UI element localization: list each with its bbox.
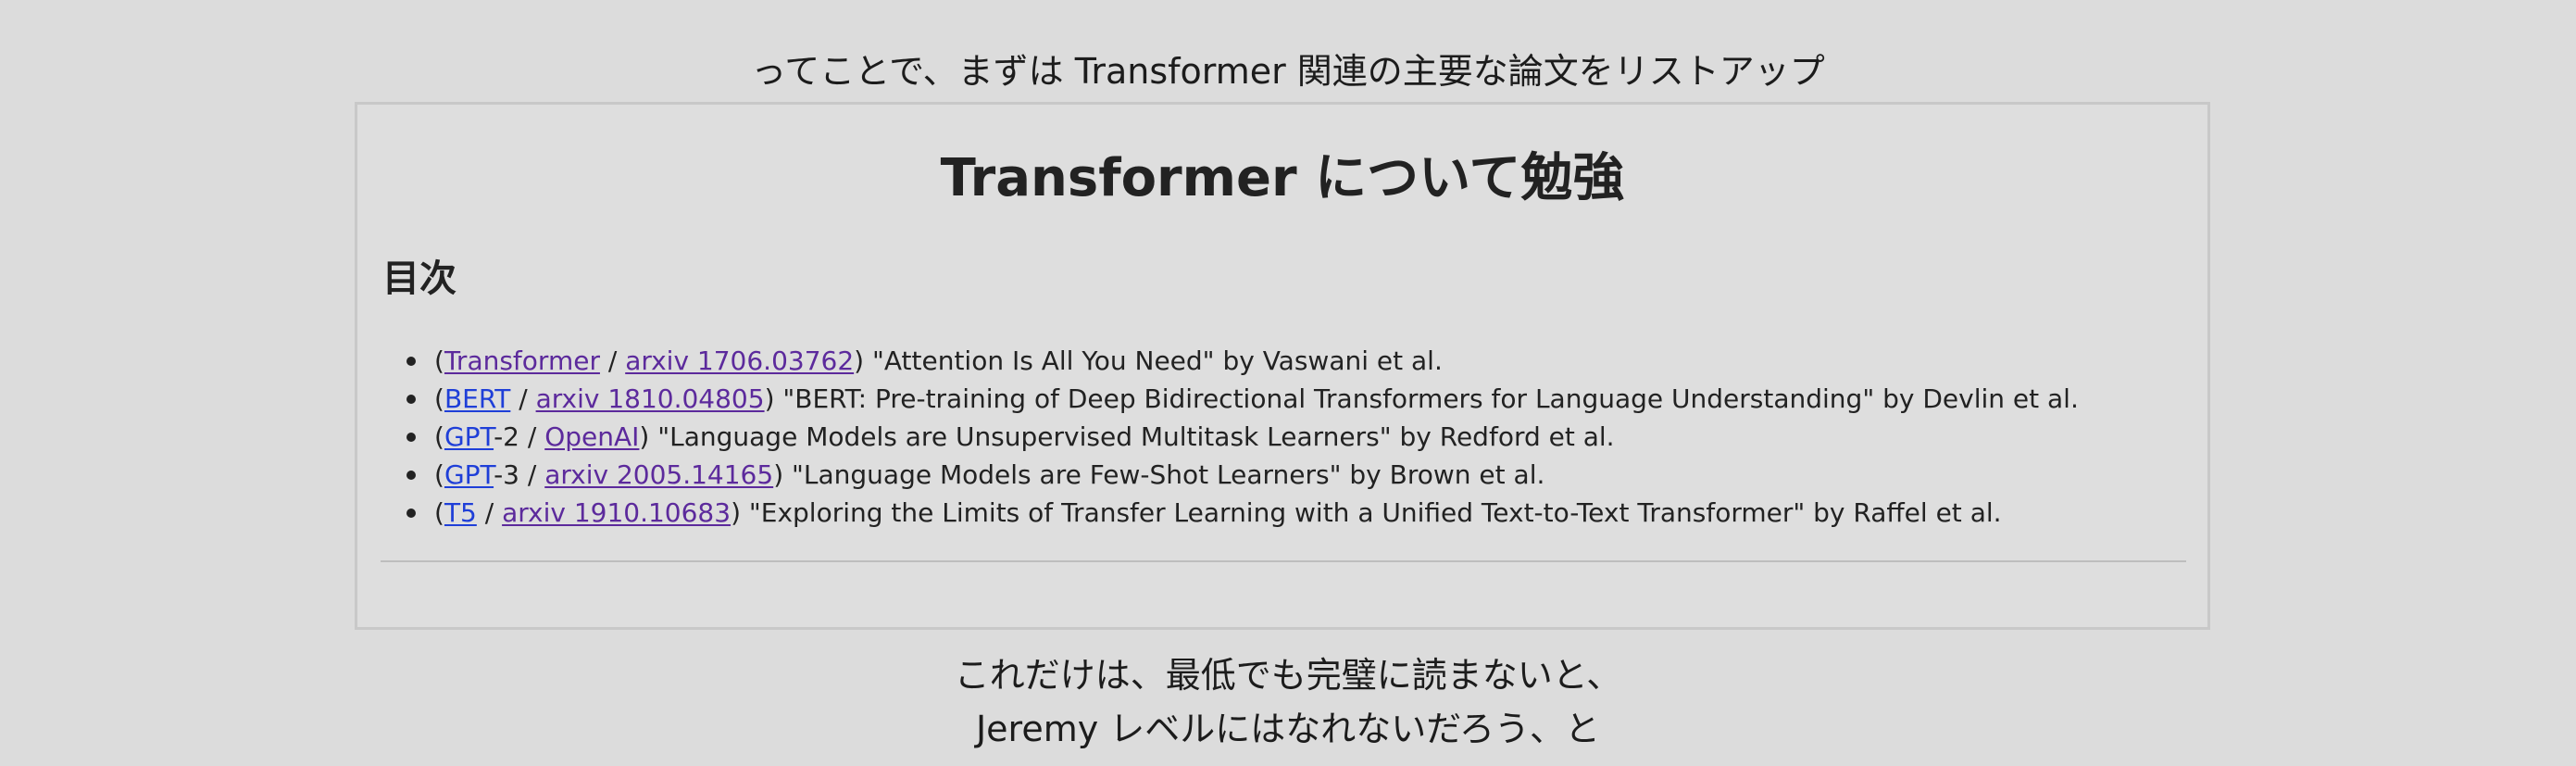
link-arxiv-1910-10683[interactable]: arxiv 1910.10683 [502, 497, 731, 528]
link-separator: / [476, 497, 503, 528]
link-bert[interactable]: BERT [444, 383, 510, 414]
link-arxiv-2005-14165[interactable]: arxiv 2005.14165 [544, 459, 773, 490]
link-arxiv-1810-04805[interactable]: arxiv 1810.04805 [536, 383, 765, 414]
paper-title: ) "Language Models are Few-Shot Learners… [773, 459, 1545, 490]
list-item: (GPT-2 / OpenAI) "Language Models are Un… [382, 418, 2079, 456]
list-item: (BERT / arxiv 1810.04805) "BERT: Pre-tra… [382, 380, 2079, 418]
link-arxiv-1706-03762[interactable]: arxiv 1706.03762 [625, 345, 854, 376]
link-gpt-2[interactable]: GPT [444, 421, 494, 452]
link-separator: / [599, 345, 626, 376]
link-separator: / [510, 383, 536, 414]
paren-open: ( [434, 345, 444, 376]
link-separator: -3 / [494, 459, 545, 490]
caption-top: ってことで、まずは Transformer 関連の主要な論文をリストアップ [751, 51, 1825, 92]
paren-open: ( [434, 497, 444, 528]
page-title: Transformer について勉強 [940, 148, 1625, 208]
toc-heading: 目次 [382, 257, 456, 300]
list-item: (GPT-3 / arxiv 2005.14165) "Language Mod… [382, 456, 2079, 494]
link-gpt-3[interactable]: GPT [444, 459, 494, 490]
paper-list: (Transformer / arxiv 1706.03762) "Attent… [382, 342, 2079, 532]
paper-title: ) "BERT: Pre-training of Deep Bidirectio… [764, 383, 2079, 414]
link-openai[interactable]: OpenAI [544, 421, 639, 452]
list-item: (T5 / arxiv 1910.10683) "Exploring the L… [382, 494, 2079, 532]
paper-title: ) "Language Models are Unsupervised Mult… [639, 421, 1615, 452]
caption-bottom-line-1: これだけは、最低でも完璧に読まないと、 [954, 655, 1622, 696]
link-separator: -2 / [494, 421, 545, 452]
caption-bottom-line-2: Jeremy レベルにはなれないだろう、と [975, 709, 1601, 749]
horizontal-rule [381, 560, 2186, 562]
paren-open: ( [434, 421, 444, 452]
link-t5[interactable]: T5 [444, 497, 477, 528]
paper-title: ) "Exploring the Limits of Transfer Lear… [731, 497, 2002, 528]
embedded-page-frame: Transformer について勉強 目次 (Transformer / arx… [355, 102, 2210, 630]
link-transformer[interactable]: Transformer [444, 345, 600, 376]
caption-bottom: これだけは、最低でも完璧に読まないと、 Jeremy レベルにはなれないだろう、… [0, 648, 2576, 756]
paren-open: ( [434, 459, 444, 490]
paper-title: ) "Attention Is All You Need" by Vaswani… [854, 345, 1443, 376]
list-item: (Transformer / arxiv 1706.03762) "Attent… [382, 342, 2079, 380]
paren-open: ( [434, 383, 444, 414]
